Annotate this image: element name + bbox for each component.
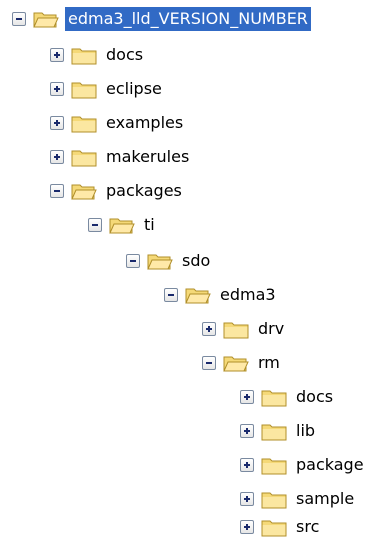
- expand-toggle-icon[interactable]: [50, 150, 64, 164]
- tree-node-label: package: [296, 455, 364, 474]
- tree-node-drv[interactable]: drv: [202, 312, 287, 346]
- expand-toggle-icon[interactable]: [240, 390, 254, 404]
- tree-node-ti[interactable]: ti: [88, 208, 158, 242]
- tree-node-label: examples: [106, 113, 184, 132]
- tree-node-examples[interactable]: examples: [50, 106, 186, 140]
- collapse-toggle-icon[interactable]: [50, 184, 64, 198]
- tree-node-package[interactable]: package: [240, 448, 367, 482]
- expand-toggle-icon[interactable]: [240, 424, 254, 438]
- tree-node-label: src: [296, 517, 320, 536]
- tree-node-root[interactable]: edma3_lld_VERSION_NUMBER: [12, 2, 311, 36]
- expand-toggle-icon[interactable]: [240, 520, 254, 534]
- tree-node-label: docs: [106, 45, 144, 64]
- folder-icon: [71, 150, 97, 167]
- folder-icon: [261, 424, 287, 441]
- folder-icon: [71, 48, 97, 65]
- tree-node-rm[interactable]: rm: [202, 346, 283, 380]
- expand-toggle-icon[interactable]: [50, 82, 64, 96]
- collapse-toggle-icon[interactable]: [202, 356, 216, 370]
- folder-open-icon: [33, 12, 59, 28]
- tree-node-packages[interactable]: packages: [50, 174, 185, 208]
- expand-toggle-icon[interactable]: [240, 492, 254, 506]
- folder-tree: edma3_lld_VERSION_NUMBER docs eclipse ex…: [0, 0, 392, 544]
- tree-node-label: eclipse: [106, 79, 162, 98]
- folder-open-icon: [147, 254, 173, 270]
- folder-icon: [261, 458, 287, 475]
- tree-node-rm-docs[interactable]: docs: [240, 380, 336, 414]
- collapse-toggle-icon[interactable]: [12, 12, 26, 26]
- expand-toggle-icon[interactable]: [50, 48, 64, 62]
- tree-node-label: edma3_lld_VERSION_NUMBER: [65, 7, 311, 31]
- tree-node-lib[interactable]: lib: [240, 414, 318, 448]
- tree-node-label: drv: [258, 319, 285, 338]
- folder-icon: [71, 116, 97, 133]
- folder-icon: [261, 520, 287, 537]
- folder-open-icon: [71, 184, 97, 200]
- tree-node-edma3[interactable]: edma3: [164, 278, 279, 312]
- expand-toggle-icon[interactable]: [202, 322, 216, 336]
- folder-open-icon: [109, 218, 135, 234]
- expand-toggle-icon[interactable]: [240, 458, 254, 472]
- tree-node-label: edma3: [220, 285, 276, 304]
- collapse-toggle-icon[interactable]: [88, 218, 102, 232]
- folder-icon: [261, 492, 287, 509]
- tree-node-label: ti: [144, 215, 155, 234]
- tree-node-eclipse[interactable]: eclipse: [50, 72, 165, 106]
- tree-node-label: rm: [258, 353, 280, 372]
- expand-toggle-icon[interactable]: [50, 116, 64, 130]
- folder-icon: [223, 322, 249, 339]
- folder-icon: [261, 390, 287, 407]
- folder-icon: [71, 82, 97, 99]
- tree-node-label: packages: [106, 181, 182, 200]
- tree-node-label: docs: [296, 387, 334, 406]
- tree-node-makerules[interactable]: makerules: [50, 140, 192, 174]
- collapse-toggle-icon[interactable]: [126, 254, 140, 268]
- tree-node-label: makerules: [106, 147, 190, 166]
- tree-node-label: lib: [296, 421, 316, 440]
- folder-open-icon: [223, 356, 249, 372]
- collapse-toggle-icon[interactable]: [164, 288, 178, 302]
- tree-node-src[interactable]: src: [240, 510, 322, 544]
- tree-node-label: sdo: [182, 251, 211, 270]
- tree-node-docs[interactable]: docs: [50, 38, 146, 72]
- folder-open-icon: [185, 288, 211, 304]
- tree-node-label: sample: [296, 489, 355, 508]
- tree-node-sdo[interactable]: sdo: [126, 244, 213, 278]
